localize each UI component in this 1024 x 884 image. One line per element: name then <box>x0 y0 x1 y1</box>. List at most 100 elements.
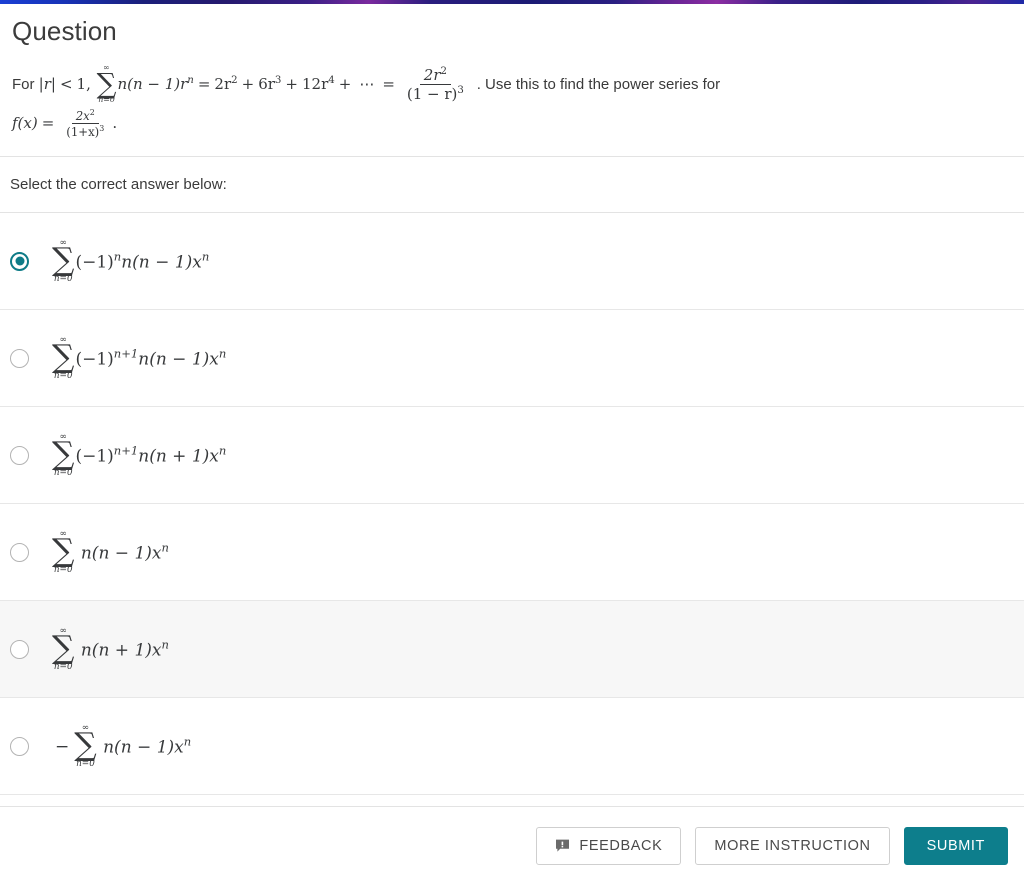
denominator-base: (1 − r) <box>406 85 458 104</box>
sum-lower-limit: n=0 <box>53 662 73 673</box>
option-body: n(n − 1)x <box>75 542 162 563</box>
sum-lower-limit: n=0 <box>53 468 73 479</box>
more-instruction-button[interactable]: MORE INSTRUCTION <box>695 826 890 865</box>
fx-denominator-base: (1+x) <box>66 125 100 140</box>
answer-option-5-expression: ∞ ∑ n=0 n(n + 1)xn <box>51 626 169 674</box>
fraction-numerator: 2r2 <box>419 65 451 86</box>
answer-option-4[interactable]: ∞ ∑ n=0 n(n − 1)xn <box>0 504 1024 602</box>
summation-symbol: ∞ ∑ n=0 <box>97 64 117 104</box>
condition-value: 1, <box>76 74 91 93</box>
question-line-1: For |r| <1, ∞ ∑ n=0 n(n − 1)rn = 2r2 +6r3 +12… <box>12 64 1014 105</box>
page-title: Question <box>12 16 117 46</box>
submit-button[interactable]: SUBMIT <box>903 826 1008 865</box>
plus-1: + <box>241 74 255 93</box>
fx-fraction: 2x2 (1+x)3 <box>62 107 108 138</box>
answer-option-1[interactable]: ∞ ∑ n=0 (−1)nn(n − 1)xn <box>0 213 1024 311</box>
alternating-sign-base: (−1) <box>75 348 114 369</box>
radio-button-option-2[interactable] <box>10 348 29 368</box>
summation-symbol: ∞ ∑ n=0 <box>52 626 75 673</box>
radio-button-option-1[interactable] <box>10 251 29 271</box>
option-body-exponent: n <box>201 249 210 264</box>
sigma-glyph: ∑ <box>52 630 75 667</box>
numerator-base: 2r <box>423 65 441 84</box>
equals-2: = <box>382 74 395 93</box>
series-term-2: 6r <box>258 74 275 93</box>
action-footer: FEEDBACK MORE INSTRUCTION SUBMIT <box>0 806 1024 884</box>
answer-options-list: ∞ ∑ n=0 (−1)nn(n − 1)xn ∞ ∑ n=0 (−1)n+1n(n − 1)… <box>0 213 1024 796</box>
question-text: For |r| <1, ∞ ∑ n=0 n(n − 1)rn = 2r2 +6r3 +12… <box>12 64 1014 138</box>
option-body-exponent: n <box>161 540 169 555</box>
answer-option-2[interactable]: ∞ ∑ n=0 (−1)n+1n(n − 1)xn <box>0 310 1024 408</box>
radio-button-option-5[interactable] <box>10 639 29 659</box>
radio-button-option-3[interactable] <box>10 445 29 465</box>
alternating-sign-exponent: n+1 <box>113 346 139 361</box>
fx-numerator-exponent: 2 <box>89 107 95 117</box>
summation-symbol: ∞ ∑ n=0 <box>74 723 97 770</box>
answer-option-2-expression: ∞ ∑ n=0 (−1)n+1n(n − 1)xn <box>51 335 226 383</box>
option-body-exponent: n <box>218 443 227 458</box>
series-term-1: 2r <box>214 74 232 93</box>
fx-denominator: (1+x)3 <box>62 124 108 138</box>
sigma-glyph: ∑ <box>52 436 75 473</box>
feedback-button-label: FEEDBACK <box>579 837 663 854</box>
option-body: n(n − 1)x <box>121 251 202 272</box>
answer-option-1-expression: ∞ ∑ n=0 (−1)nn(n − 1)xn <box>51 238 209 286</box>
option-body: n(n + 1)x <box>138 445 219 466</box>
summation-symbol: ∞ ∑ n=0 <box>52 432 75 479</box>
select-answer-prompt: Select the correct answer below: <box>0 157 1024 214</box>
answer-option-5[interactable]: ∞ ∑ n=0 n(n + 1)xn <box>0 601 1024 699</box>
answer-option-6-expression: − ∞ ∑ n=0 n(n − 1)xn <box>51 723 191 771</box>
sum-lower-limit: n=0 <box>53 274 73 285</box>
option-body-exponent: n <box>218 346 227 361</box>
ellipsis: ⋯ <box>359 74 375 93</box>
option-body: n(n + 1)x <box>75 639 162 660</box>
question-section: Question For |r| <1, ∞ ∑ n=0 n(n − 1)rn = 2… <box>0 4 1024 158</box>
answer-option-6[interactable]: − ∞ ∑ n=0 n(n − 1)xn <box>0 698 1024 796</box>
question-summation-expression: ∞ ∑ n=0 n(n − 1)rn = 2r2 +6r3 +12r4 + ⋯ = 2r2 (1 … <box>96 64 477 104</box>
sum-term: n(n − 1)r <box>117 74 188 93</box>
condition-abs: |r| <box>38 74 56 93</box>
fx-label: f(x) <box>12 113 38 132</box>
summation-symbol: ∞ ∑ n=0 <box>52 335 75 382</box>
question-sentence-tail: . Use this to find the power series for <box>476 75 721 93</box>
question-intro: For <box>12 75 35 93</box>
prompt-text: Select the correct answer below: <box>10 176 227 194</box>
sigma-glyph: ∑ <box>52 242 75 279</box>
fx-numerator-base: 2x <box>75 108 90 123</box>
fx-equals: = <box>41 113 55 132</box>
leading-minus-sign: − <box>55 736 70 757</box>
fx-period: . <box>112 113 118 132</box>
question-condition: |r| <1, <box>39 75 96 93</box>
comment-alert-icon <box>555 839 570 853</box>
option-body: n(n − 1)x <box>97 736 184 757</box>
equals-1: = <box>197 74 211 93</box>
radio-button-option-4[interactable] <box>10 542 29 562</box>
feedback-button[interactable]: FEEDBACK <box>536 826 682 865</box>
option-body-exponent: n <box>183 734 192 749</box>
denominator-exponent: 3 <box>457 85 464 97</box>
answer-option-4-expression: ∞ ∑ n=0 n(n − 1)xn <box>51 529 169 577</box>
sigma-glyph: ∑ <box>96 66 117 100</box>
question-line-2: f(x) = 2x2 (1+x)3. <box>12 107 1014 138</box>
sum-lower-limit: n=0 <box>53 371 73 382</box>
sigma-glyph: ∑ <box>52 339 75 376</box>
sum-lower-limit: n=0 <box>53 565 73 576</box>
series-term-3: 12r <box>301 74 329 93</box>
fx-denominator-exponent: 3 <box>99 124 105 134</box>
condition-lt: < <box>59 74 73 93</box>
sum-term-exponent: n <box>187 74 194 86</box>
fx-numerator: 2x2 <box>71 107 99 125</box>
answer-option-3-expression: ∞ ∑ n=0 (−1)n+1n(n + 1)xn <box>51 432 226 480</box>
answer-option-3[interactable]: ∞ ∑ n=0 (−1)n+1n(n + 1)xn <box>0 407 1024 505</box>
radio-button-option-6[interactable] <box>10 736 29 756</box>
option-body: n(n − 1)x <box>138 348 219 369</box>
fraction-denominator: (1 − r)3 <box>403 85 468 103</box>
series-term-3-exp: 4 <box>328 74 335 86</box>
summation-symbol: ∞ ∑ n=0 <box>52 238 75 285</box>
sum-lower-limit: n=0 <box>98 95 115 105</box>
alternating-sign-exponent: n+1 <box>113 443 139 458</box>
closed-form-fraction: 2r2 (1 − r)3 <box>403 65 468 104</box>
alternating-sign-base: (−1) <box>75 445 114 466</box>
series-term-1-exp: 2 <box>231 74 238 86</box>
sigma-glyph: ∑ <box>74 727 97 764</box>
